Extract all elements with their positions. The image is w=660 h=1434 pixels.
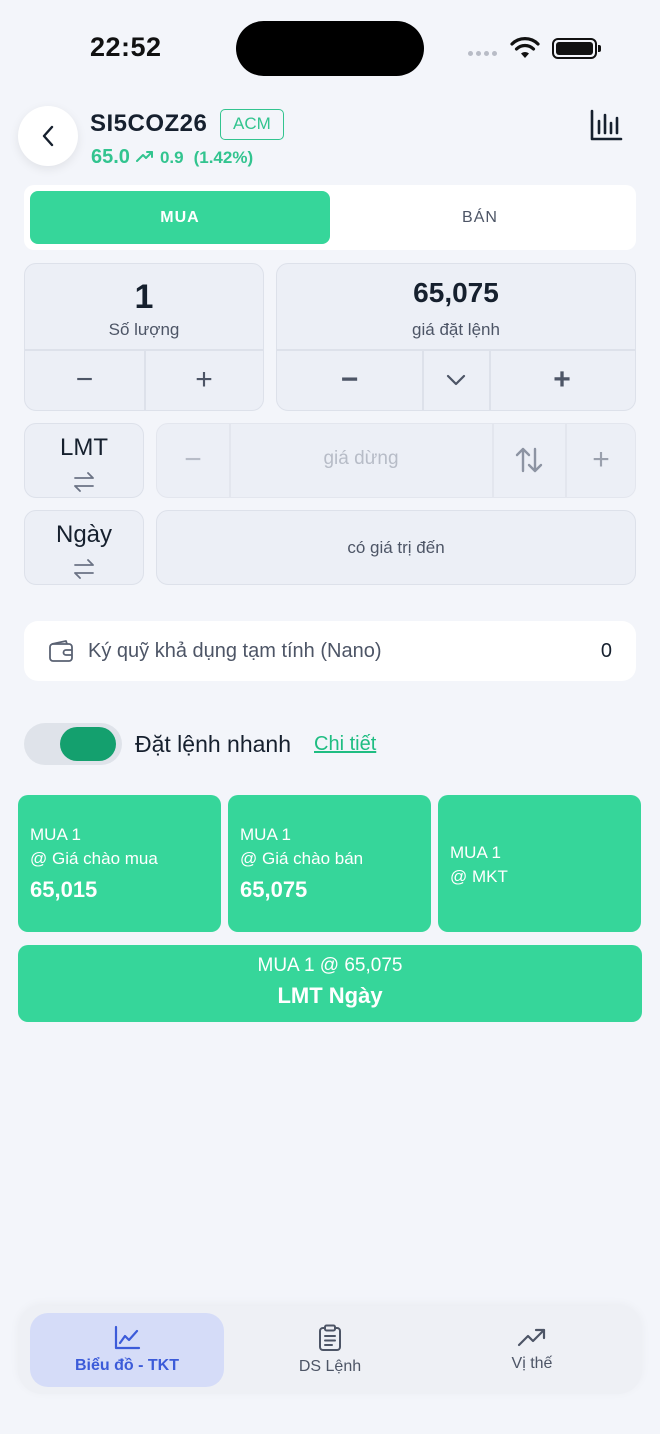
exchange-badge: ACM bbox=[220, 109, 284, 140]
quick-button-line2: @ Giá chào mua bbox=[30, 849, 158, 868]
quick-button-line1: MUA 1 bbox=[30, 825, 82, 844]
clipboard-icon bbox=[319, 1324, 341, 1351]
submit-order-button[interactable]: MUA 1 @ 65,075 LMT Ngày bbox=[18, 945, 642, 1022]
order-price-stepper: 65,075 giá đặt lệnh − + bbox=[276, 263, 636, 411]
valid-until-field[interactable]: có giá trị đến bbox=[156, 510, 636, 585]
chevron-left-icon bbox=[42, 125, 54, 147]
swap-icon bbox=[74, 472, 94, 492]
swap-icon bbox=[74, 559, 94, 579]
cellular-signal-icon bbox=[468, 51, 497, 56]
price-change: 0.9 bbox=[159, 148, 184, 167]
quantity-value[interactable]: 1 bbox=[25, 278, 263, 317]
quick-order-label: Đặt lệnh nhanh bbox=[135, 731, 292, 757]
quantity-stepper: 1 Số lượng − + bbox=[24, 263, 264, 411]
price-increment-button[interactable]: + bbox=[490, 350, 634, 410]
submit-order-type: LMT Ngày bbox=[277, 983, 383, 1008]
tab-sell[interactable]: BÁN bbox=[330, 191, 630, 244]
battery-icon bbox=[552, 38, 601, 59]
status-time: 22:52 bbox=[90, 32, 162, 62]
nav-label-chart: Biểu đồ - TKT bbox=[75, 1357, 179, 1374]
quantity-increment-button[interactable]: + bbox=[145, 350, 263, 410]
order-type-value: LMT bbox=[60, 434, 108, 461]
stop-price-stepper: − giá dừng + bbox=[156, 423, 636, 498]
nav-label-orders: DS Lệnh bbox=[298, 1358, 362, 1375]
wallet-icon bbox=[49, 640, 73, 662]
quick-button-line2: @ MKT bbox=[450, 867, 508, 886]
bottom-nav: Biểu đồ - TKT DS Lệnh Vị thế bbox=[18, 1306, 642, 1394]
order-price-label: giá đặt lệnh bbox=[412, 320, 500, 339]
quick-button-price: 65,015 bbox=[30, 877, 98, 902]
stop-direction-button[interactable] bbox=[494, 424, 564, 496]
quantity-label: Số lượng bbox=[108, 320, 180, 339]
available-margin-card: Ký quỹ khả dụng tạm tính (Nano) 0 bbox=[24, 621, 636, 681]
back-button[interactable] bbox=[18, 106, 78, 166]
quick-button-price: 65,075 bbox=[240, 877, 308, 902]
tab-buy[interactable]: MUA bbox=[30, 191, 330, 244]
trend-up-icon bbox=[135, 151, 153, 162]
nav-item-chart[interactable]: Biểu đồ - TKT bbox=[23, 1306, 231, 1394]
order-price-value[interactable]: 65,075 bbox=[277, 277, 635, 309]
quick-button-line1: MUA 1 bbox=[240, 825, 292, 844]
quantity-decrement-button[interactable]: − bbox=[25, 350, 144, 410]
arrows-up-down-icon bbox=[515, 447, 543, 473]
stop-price-input[interactable]: giá dừng bbox=[231, 448, 491, 470]
stop-price-decrement-button[interactable]: − bbox=[157, 424, 229, 496]
price-dropdown-button[interactable] bbox=[423, 350, 489, 410]
stop-price-increment-button[interactable]: + bbox=[567, 424, 635, 496]
valid-until-placeholder: có giá trị đến bbox=[347, 538, 445, 557]
quick-buy-market-button[interactable]: MUA 1 @ MKT bbox=[438, 795, 641, 932]
wifi-icon bbox=[510, 37, 540, 58]
price-summary: 65.0 0.9 (1.42%) bbox=[91, 146, 253, 169]
chart-line-icon bbox=[114, 1325, 141, 1350]
nav-item-orders[interactable]: DS Lệnh bbox=[226, 1306, 434, 1394]
quick-button-line2: @ Giá chào bán bbox=[240, 849, 364, 868]
order-type-selector[interactable]: LMT bbox=[24, 423, 144, 498]
quick-buy-bid-button[interactable]: MUA 1 @ Giá chào mua 65,015 bbox=[18, 795, 221, 932]
instrument-symbol: SI5COZ26 bbox=[90, 110, 208, 137]
validity-value: Ngày bbox=[55, 521, 113, 548]
trending-up-icon bbox=[517, 1328, 546, 1347]
price-change-pct: (1.42%) bbox=[193, 148, 254, 167]
submit-summary: MUA 1 @ 65,075 bbox=[257, 955, 403, 976]
quick-order-detail-link[interactable]: Chi tiết bbox=[314, 733, 376, 756]
quick-order-toggle[interactable] bbox=[24, 723, 122, 765]
price-decrement-button[interactable]: − bbox=[277, 350, 422, 410]
dynamic-island bbox=[236, 21, 424, 76]
validity-selector[interactable]: Ngày bbox=[24, 510, 144, 585]
chevron-down-icon bbox=[446, 374, 466, 386]
nav-item-positions[interactable]: Vị thế bbox=[428, 1306, 636, 1394]
bar-chart-icon[interactable] bbox=[588, 107, 624, 143]
margin-value: 0 bbox=[600, 639, 612, 662]
margin-label: Ký quỹ khả dụng tạm tính (Nano) bbox=[88, 639, 382, 662]
quick-buy-ask-button[interactable]: MUA 1 @ Giá chào bán 65,075 bbox=[228, 795, 431, 932]
nav-label-positions: Vị thế bbox=[511, 1355, 553, 1372]
last-price: 65.0 bbox=[91, 146, 130, 168]
quick-button-line1: MUA 1 bbox=[450, 843, 502, 862]
